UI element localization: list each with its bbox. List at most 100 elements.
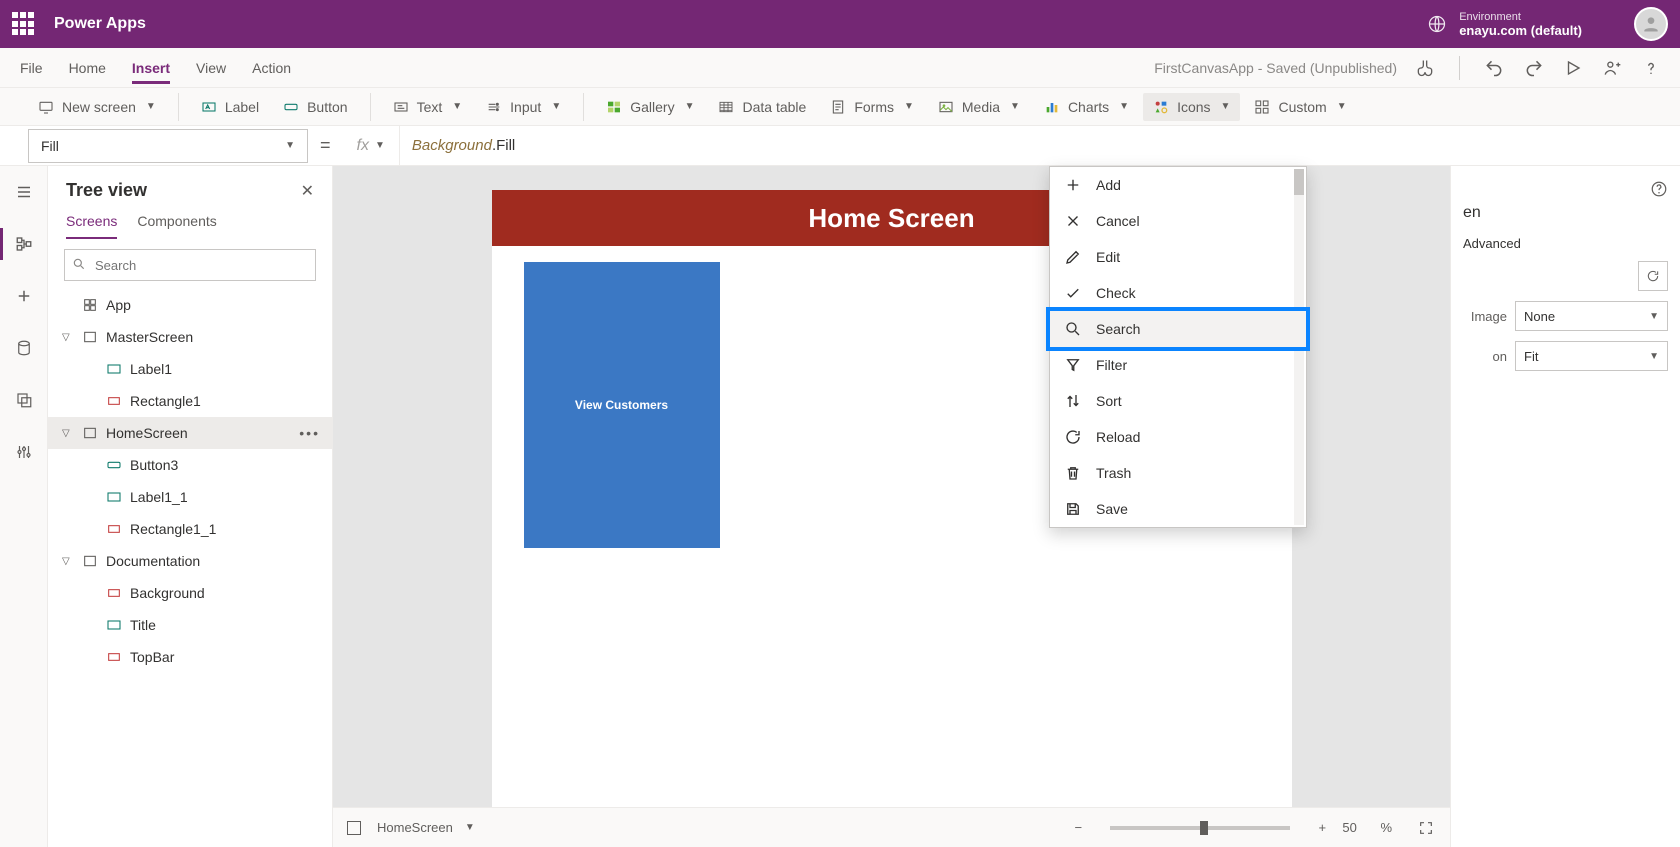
tree-view-icon[interactable] [12,232,36,256]
label-button[interactable]: Label [191,93,269,121]
tree-node-documentation[interactable]: ▽ Documentation [48,545,332,577]
tree-node-label: Rectangle1_1 [130,521,216,537]
icons-menu-filter[interactable]: Filter [1050,347,1306,383]
gallery-icon [606,99,622,115]
app-icon [82,297,98,313]
data-table-button[interactable]: Data table [708,93,816,121]
app-checker-icon[interactable] [1415,58,1435,78]
tree-search[interactable] [64,249,316,281]
tree-node-masterscreen[interactable]: ▽ MasterScreen [48,321,332,353]
chevron-down-icon[interactable]: ▼ [465,822,475,833]
screen-icon [38,99,54,115]
icons-menu-cancel[interactable]: Cancel [1050,203,1306,239]
undo-icon[interactable] [1484,58,1504,78]
canvas-area[interactable]: Home Screen View Customers Add Cancel Ed… [333,166,1450,847]
tree-node-homescreen[interactable]: ▽ HomeScreen ••• [48,417,332,449]
tree-node-app[interactable]: App [48,289,332,321]
hamburger-icon[interactable] [12,180,36,204]
dropdown-scroll-thumb[interactable] [1294,169,1304,195]
close-icon[interactable]: ✕ [301,181,314,201]
button-icon [283,99,299,115]
button-button[interactable]: Button [273,93,357,121]
tree-node-rectangle1-1[interactable]: Rectangle1_1 [48,513,332,545]
data-rail-icon[interactable] [12,336,36,360]
tree-node-label: Documentation [106,553,200,569]
new-screen-button[interactable]: New screen▼ [28,93,166,121]
forms-button[interactable]: Forms▼ [820,93,924,121]
tree-node-label: Button3 [130,457,178,473]
environment-block[interactable]: Environment enayu.com (default) [1459,10,1582,38]
prop-position-select[interactable]: Fit▼ [1515,341,1668,371]
icons-menu-reload[interactable]: Reload [1050,419,1306,455]
status-screen-name[interactable]: HomeScreen [377,820,453,835]
fit-to-screen-button[interactable] [1416,818,1436,838]
formula-input[interactable]: Background.Fill [400,137,1680,154]
prop-image-select[interactable]: None▼ [1515,301,1668,331]
icons-menu-search[interactable]: Search [1050,311,1306,347]
icons-menu-trash[interactable]: Trash [1050,455,1306,491]
charts-button[interactable]: Charts▼ [1034,93,1139,121]
icons-menu-sort[interactable]: Sort [1050,383,1306,419]
tree-node-rectangle1[interactable]: Rectangle1 [48,385,332,417]
tree-node-topbar[interactable]: TopBar [48,641,332,673]
media-rail-icon[interactable] [12,388,36,412]
custom-label: Custom [1278,99,1326,115]
zoom-slider[interactable] [1110,826,1290,830]
canvas-view-customers-button[interactable]: View Customers [524,262,720,548]
icons-menu-edit[interactable]: Edit [1050,239,1306,275]
tools-rail-icon[interactable] [12,440,36,464]
share-icon[interactable] [1602,58,1622,78]
input-label: Input [510,99,541,115]
tree-search-input[interactable] [64,249,316,281]
zoom-value: 50 [1342,820,1356,835]
fx-label[interactable]: fx▼ [343,126,400,165]
panel-help-icon[interactable] [1650,180,1668,198]
menu-insert[interactable]: Insert [132,52,170,84]
charts-icon [1044,99,1060,115]
property-selector-value: Fill [41,138,59,154]
zoom-slider-knob[interactable] [1200,821,1208,835]
check-icon [1064,284,1082,302]
icons-dropdown[interactable]: Add Cancel Edit Check Search Filter Sort… [1049,166,1307,528]
redo-icon[interactable] [1524,58,1544,78]
more-icon[interactable]: ••• [299,425,320,441]
app-launcher-icon[interactable] [12,12,36,36]
tree-list: App ▽ MasterScreen Label1 Rectangle1 ▽ H… [48,289,332,847]
tree-node-background[interactable]: Background [48,577,332,609]
prop-tab-advanced[interactable]: Advanced [1463,236,1668,251]
screen-indicator-icon [347,821,361,835]
menu-view[interactable]: View [196,52,226,84]
custom-button[interactable]: Custom▼ [1244,93,1356,121]
dropdown-scrollbar[interactable] [1294,169,1304,525]
icons-button[interactable]: Icons▼ [1143,93,1240,121]
tab-screens[interactable]: Screens [66,213,117,239]
gallery-label: Gallery [630,99,674,115]
menu-file[interactable]: File [20,52,43,84]
menu-home[interactable]: Home [69,52,106,84]
environment-icon[interactable] [1427,14,1447,34]
zoom-out-button[interactable]: − [1068,818,1088,838]
media-button[interactable]: Media▼ [928,93,1030,121]
properties-panel: en Advanced Image None▼ on Fit▼ [1450,166,1680,847]
help-icon[interactable] [1642,59,1660,77]
tree-node-label1-1[interactable]: Label1_1 [48,481,332,513]
tab-components[interactable]: Components [137,213,216,239]
gallery-button[interactable]: Gallery▼ [596,93,704,121]
user-avatar[interactable] [1634,7,1668,41]
icons-menu-add[interactable]: Add [1050,167,1306,203]
tree-node-title[interactable]: Title [48,609,332,641]
insert-rail-icon[interactable] [12,284,36,308]
icons-menu-check[interactable]: Check [1050,275,1306,311]
property-selector[interactable]: Fill ▼ [28,129,308,163]
tree-node-label1[interactable]: Label1 [48,353,332,385]
swap-image-button[interactable] [1638,261,1668,291]
play-icon[interactable] [1564,59,1582,77]
environment-value: enayu.com (default) [1459,24,1582,38]
tree-node-label: Title [130,617,156,633]
input-button[interactable]: Input▼ [476,93,571,121]
menu-action[interactable]: Action [252,52,291,84]
tree-node-button3[interactable]: Button3 [48,449,332,481]
icons-menu-save[interactable]: Save [1050,491,1306,527]
text-button[interactable]: Text▼ [383,93,473,121]
zoom-in-button[interactable]: + [1312,818,1332,838]
